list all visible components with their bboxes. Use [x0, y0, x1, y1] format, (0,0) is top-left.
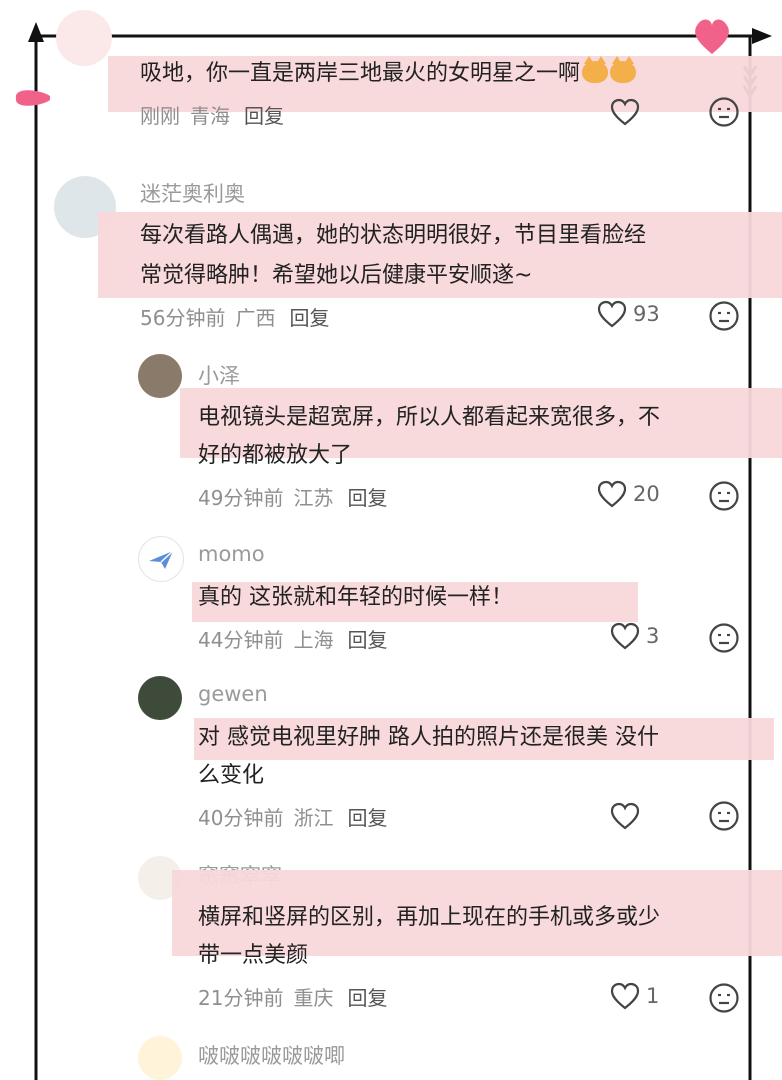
comment-text-line: 横屏和竖屏的区别，再加上现在的手机或多或少 — [198, 905, 661, 930]
comment-username[interactable]: 小泽 — [198, 360, 240, 390]
comment-time: 21分钟前 — [198, 986, 284, 1010]
like-count: 20 — [633, 482, 660, 506]
comment-time: 刚刚 — [140, 104, 180, 128]
reply-button[interactable]: 回复 — [347, 628, 387, 652]
comment-meta: 56分钟前 广西 回复 — [140, 302, 329, 331]
avatar[interactable] — [138, 354, 182, 398]
comment-location: 重庆 — [293, 986, 334, 1010]
comment-text-line: 带一点美颜 — [198, 943, 309, 968]
meh-face-icon — [709, 301, 739, 331]
comment-meta: 刚刚 青海 回复 — [140, 100, 284, 129]
comment-text-line: 么变化 — [198, 763, 265, 788]
like-count: 1 — [646, 984, 660, 1008]
reply-button[interactable]: 回复 — [289, 306, 329, 330]
comment-time: 56分钟前 — [140, 306, 226, 330]
like-button[interactable]: 3 — [610, 622, 659, 650]
reply-button[interactable]: 回复 — [347, 486, 387, 510]
cat-emoji-icon — [582, 56, 609, 83]
dislike-button[interactable] — [708, 982, 740, 1018]
comment-time: 44分钟前 — [198, 628, 284, 652]
dislike-button[interactable] — [708, 300, 740, 336]
comment-item: 迷茫奥利奥 每次看路人偶遇，她的状态明明很好，节目里看脸经 常觉得略肿！希望她以… — [0, 168, 782, 348]
like-button[interactable]: 93 — [597, 300, 660, 328]
heart-outline-icon — [610, 802, 640, 830]
heart-outline-icon — [610, 98, 640, 126]
avatar[interactable] — [138, 676, 182, 720]
reply-button[interactable]: 回复 — [347, 806, 387, 830]
reply-button[interactable]: 回复 — [244, 104, 284, 128]
comment-item: momo 真的 这张就和年轻的时候一样！ 44分钟前 上海 回复 3 — [0, 532, 782, 672]
comment-item: gewen 对 感觉电视里好肿 路人拍的照片还是很美 没什 么变化 40分钟前浙… — [0, 672, 782, 852]
heart-outline-icon — [597, 300, 627, 328]
comment-item: 小泽 电视镜头是超宽屏，所以人都看起来宽很多，不 好的都被放大了 49分钟前 江苏… — [0, 350, 782, 530]
comment-username[interactable]: 啵啵啵啵啵啵唧 — [198, 1040, 345, 1070]
comment-username[interactable]: 迷茫奥利奥 — [140, 178, 245, 208]
meh-face-icon — [709, 623, 739, 653]
comment-item: 吸地，你一直是两岸三地最火的女明星之一啊 刚刚 青海 回复 — [0, 0, 782, 140]
comment-meta: 40分钟前 浙江 回复 — [198, 802, 387, 831]
comment-meta: 44分钟前 上海 回复 — [198, 624, 387, 653]
comment-text-line: 电视镜头是超宽屏，所以人都看起来宽很多，不 — [198, 405, 661, 430]
meh-face-icon — [709, 97, 739, 127]
comment-username[interactable]: gewen — [198, 682, 268, 706]
comment-location: 上海 — [293, 628, 334, 652]
dislike-button[interactable] — [708, 96, 740, 132]
avatar[interactable] — [138, 1036, 182, 1080]
comment-meta: 49分钟前 江苏 回复 — [198, 482, 387, 511]
comment-location: 广西 — [235, 306, 276, 330]
like-button[interactable]: 20 — [597, 480, 660, 508]
meh-face-icon — [709, 801, 739, 831]
like-count: 3 — [646, 624, 660, 648]
comment-location: 江苏 — [293, 486, 334, 510]
dislike-button[interactable] — [708, 622, 740, 658]
like-button[interactable] — [610, 98, 640, 126]
comment-time: 40分钟前 — [198, 806, 284, 830]
reply-button[interactable]: 回复 — [347, 986, 387, 1010]
comment-location: 浙江 — [293, 806, 334, 830]
cat-emoji-icon — [610, 56, 637, 83]
meh-face-icon — [709, 983, 739, 1013]
paper-plane-icon — [149, 550, 174, 569]
comment-text-line: 常觉得略肿！希望她以后健康平安顺遂~ — [140, 263, 533, 288]
comment-item: 啵啵啵啵啵啵唧 — [0, 1032, 782, 1080]
like-button[interactable] — [610, 802, 640, 830]
comment-item: 窸窸窣窣 横屏和竖屏的区别，再加上现在的手机或多或少 带一点美颜 21分钟前重庆… — [0, 852, 782, 1032]
comment-meta: 21分钟前 重庆 回复 — [198, 982, 387, 1011]
heart-outline-icon — [610, 982, 640, 1010]
dislike-button[interactable] — [708, 480, 740, 516]
comment-username[interactable]: momo — [198, 542, 265, 566]
meh-face-icon — [709, 481, 739, 511]
comment-text-line: 对 感觉电视里好肿 路人拍的照片还是很美 没什 — [198, 725, 659, 750]
avatar[interactable] — [56, 10, 112, 66]
comment-text-line: 好的都被放大了 — [198, 443, 353, 468]
like-button[interactable]: 1 — [610, 982, 659, 1010]
like-count: 93 — [633, 302, 660, 326]
comment-text: 吸地，你一直是两岸三地最火的女明星之一啊 — [140, 54, 637, 94]
comment-location: 青海 — [190, 104, 230, 128]
comment-time: 49分钟前 — [198, 486, 284, 510]
comment-text-line: 每次看路人偶遇，她的状态明明很好，节目里看脸经 — [140, 223, 647, 248]
comment-text-line: 真的 这张就和年轻的时候一样！ — [198, 585, 513, 610]
avatar[interactable] — [138, 536, 184, 582]
heart-outline-icon — [610, 622, 640, 650]
dislike-button[interactable] — [708, 800, 740, 836]
heart-outline-icon — [597, 480, 627, 508]
